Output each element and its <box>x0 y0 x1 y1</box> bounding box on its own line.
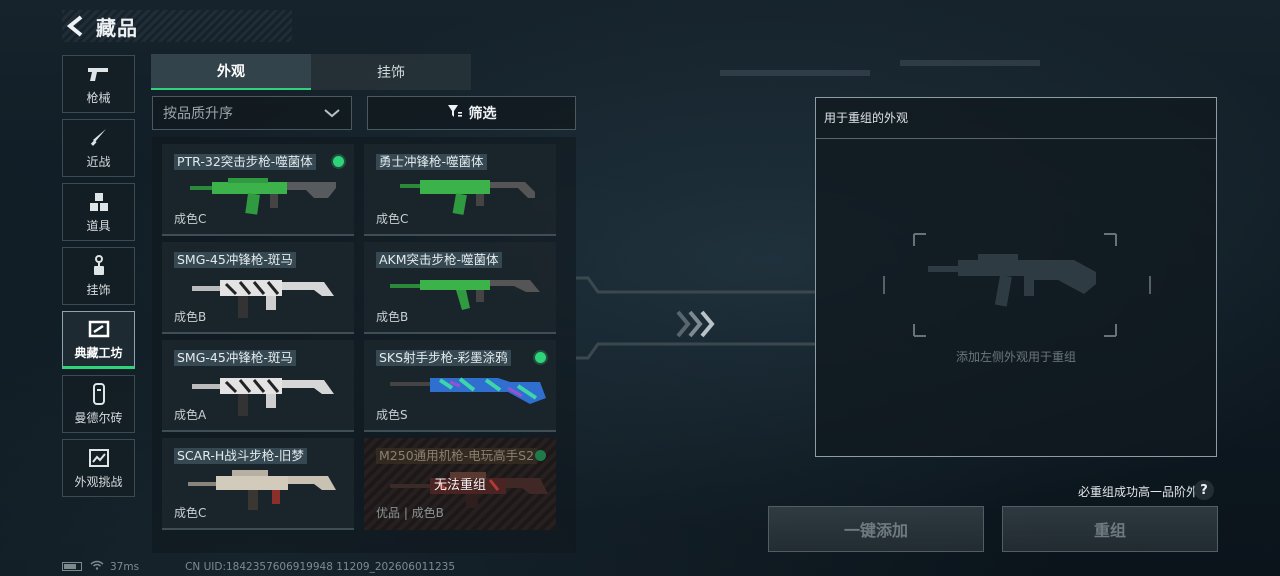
filter-icon <box>447 103 463 123</box>
rifle-image <box>390 377 546 404</box>
skin-card[interactable]: SMG-45冲锋枪-斑马 成色A <box>162 340 354 432</box>
status-dot <box>535 450 546 461</box>
nav-item-skin-challenge[interactable]: 外观挑战 <box>62 439 135 497</box>
skin-grade: 成色C <box>376 212 409 226</box>
card-underline <box>364 332 556 334</box>
nav-item-charms[interactable]: 挂饰 <box>62 247 135 305</box>
sort-label: 按品质升序 <box>163 106 233 122</box>
back-arrow-icon[interactable] <box>62 12 90 40</box>
cubes-icon <box>88 190 110 214</box>
page-title: 藏品 <box>96 15 138 40</box>
tab-charms[interactable]: 挂饰 <box>311 54 471 90</box>
skin-card-disabled[interactable]: M250通用机枪-电玩高手S2 无法重组 优品 | 成色B <box>364 438 556 530</box>
forward-arrows-icon <box>676 310 715 338</box>
smg-image <box>192 280 334 318</box>
rifle-image <box>190 178 336 215</box>
skin-grade: 优品 | 成色B <box>376 506 444 520</box>
skin-grid: PTR-32突击步枪-噬菌体 成色C 勇士冲锋枪-噬菌体 成色C SMG-45冲… <box>152 137 576 553</box>
charm-icon <box>90 254 108 278</box>
skin-card[interactable]: 勇士冲锋枪-噬菌体 成色C <box>364 144 556 236</box>
rebuild-button[interactable]: 重组 <box>1002 506 1218 552</box>
guarantee-note: 必重组成功高一品阶外观 <box>1077 485 1210 499</box>
bg-decoration <box>900 60 1040 66</box>
status-bar: 37ms CN UID:1842357606919948 11209_20260… <box>62 560 455 573</box>
header: 藏品 <box>62 10 292 42</box>
skin-title: SMG-45冲锋枪-斑马 <box>174 350 296 366</box>
status-dot <box>333 156 344 167</box>
card-underline <box>162 528 354 530</box>
skin-card[interactable]: SMG-45冲锋枪-斑马 成色B <box>162 242 354 334</box>
skin-title: SCAR-H战斗步枪-旧梦 <box>174 448 307 464</box>
nav-item-label: 枪械 <box>86 91 111 105</box>
empty-hint: 添加左侧外观用于重组 <box>955 350 1076 364</box>
brick-icon <box>91 382 107 406</box>
uid-text: CN UID:1842357606919948 11209_2026060112… <box>185 560 456 573</box>
skin-grade: 成色S <box>376 408 408 422</box>
skin-title: 勇士冲锋枪-噬菌体 <box>376 154 487 170</box>
skin-title: SMG-45冲锋枪-斑马 <box>174 252 296 268</box>
skin-card[interactable]: SKS射手步枪-彩墨涂鸦 成色S <box>364 340 556 432</box>
filter-label: 筛选 <box>468 106 497 122</box>
smg-image <box>400 180 535 215</box>
divider <box>816 138 1216 139</box>
unavailable-label: 无法重组 <box>433 478 486 493</box>
skin-title: M250通用机枪-电玩高手S2 <box>376 448 538 464</box>
card-underline <box>162 430 354 432</box>
ping-text: 37ms <box>110 560 140 573</box>
nav-item-label: 挂饰 <box>86 283 111 297</box>
nav-item-mandel-brick[interactable]: 曼德尔砖 <box>62 375 135 433</box>
skin-card[interactable]: AKM突击步枪-噬菌体 成色B <box>364 242 556 334</box>
filter-button[interactable]: 筛选 <box>367 96 576 130</box>
skin-grade: 成色B <box>376 310 409 324</box>
skin-grade: 成色A <box>174 408 207 422</box>
skin-card[interactable]: PTR-32突击步枪-噬菌体 成色C <box>162 144 354 236</box>
workshop-icon <box>88 317 110 341</box>
smg-image <box>192 378 334 416</box>
help-icon[interactable]: ? <box>1194 480 1214 500</box>
nav-item-firearms[interactable]: 枪械 <box>62 55 135 113</box>
sort-dropdown[interactable]: 按品质升序 <box>152 96 352 130</box>
tab-bar: 外观 挂饰 <box>151 54 471 90</box>
card-underline <box>364 430 556 432</box>
knife-icon <box>89 126 109 150</box>
chevron-down-icon <box>323 104 341 123</box>
nav-item-label: 道具 <box>86 219 111 233</box>
skin-grade: 成色B <box>174 310 207 324</box>
empty-slot-placeholder <box>883 233 1151 337</box>
status-dot <box>535 352 546 363</box>
bg-decoration <box>720 70 870 76</box>
nav-item-label: 近战 <box>86 155 111 169</box>
card-underline <box>364 234 556 236</box>
card-underline <box>162 234 354 236</box>
skin-grade: 成色C <box>174 212 207 226</box>
battery-icon <box>62 562 82 571</box>
skin-title: AKM突击步枪-噬菌体 <box>376 252 502 268</box>
rifle-image <box>188 470 336 510</box>
nav-item-workshop[interactable]: 典藏工坊 <box>62 311 135 369</box>
nav-item-label: 典藏工坊 <box>74 346 123 360</box>
skin-card[interactable]: SCAR-H战斗步枪-旧梦 成色C <box>162 438 354 530</box>
category-nav: 枪械 近战 道具 挂饰 典藏工坊 曼德尔砖 外观挑战 <box>62 55 135 503</box>
challenge-icon <box>88 446 110 470</box>
rifle-image <box>390 280 540 310</box>
wifi-icon <box>90 560 104 573</box>
pistol-icon <box>86 62 112 86</box>
nav-item-melee[interactable]: 近战 <box>62 119 135 177</box>
quick-add-button[interactable]: 一键添加 <box>768 506 984 552</box>
skin-grade: 成色C <box>174 506 207 520</box>
nav-item-label: 外观挑战 <box>74 475 123 489</box>
skin-title: PTR-32突击步枪-噬菌体 <box>174 154 316 170</box>
rebuild-target-panel[interactable]: 用于重组的外观 添加左侧外观用于重组 <box>815 97 1217 457</box>
skin-title: SKS射手步枪-彩墨涂鸦 <box>376 350 511 366</box>
nav-item-label: 曼德尔砖 <box>74 411 123 425</box>
panel-title: 用于重组的外观 <box>824 111 909 125</box>
nav-item-items[interactable]: 道具 <box>62 183 135 241</box>
tab-appearance[interactable]: 外观 <box>151 54 311 90</box>
card-underline <box>162 332 354 334</box>
